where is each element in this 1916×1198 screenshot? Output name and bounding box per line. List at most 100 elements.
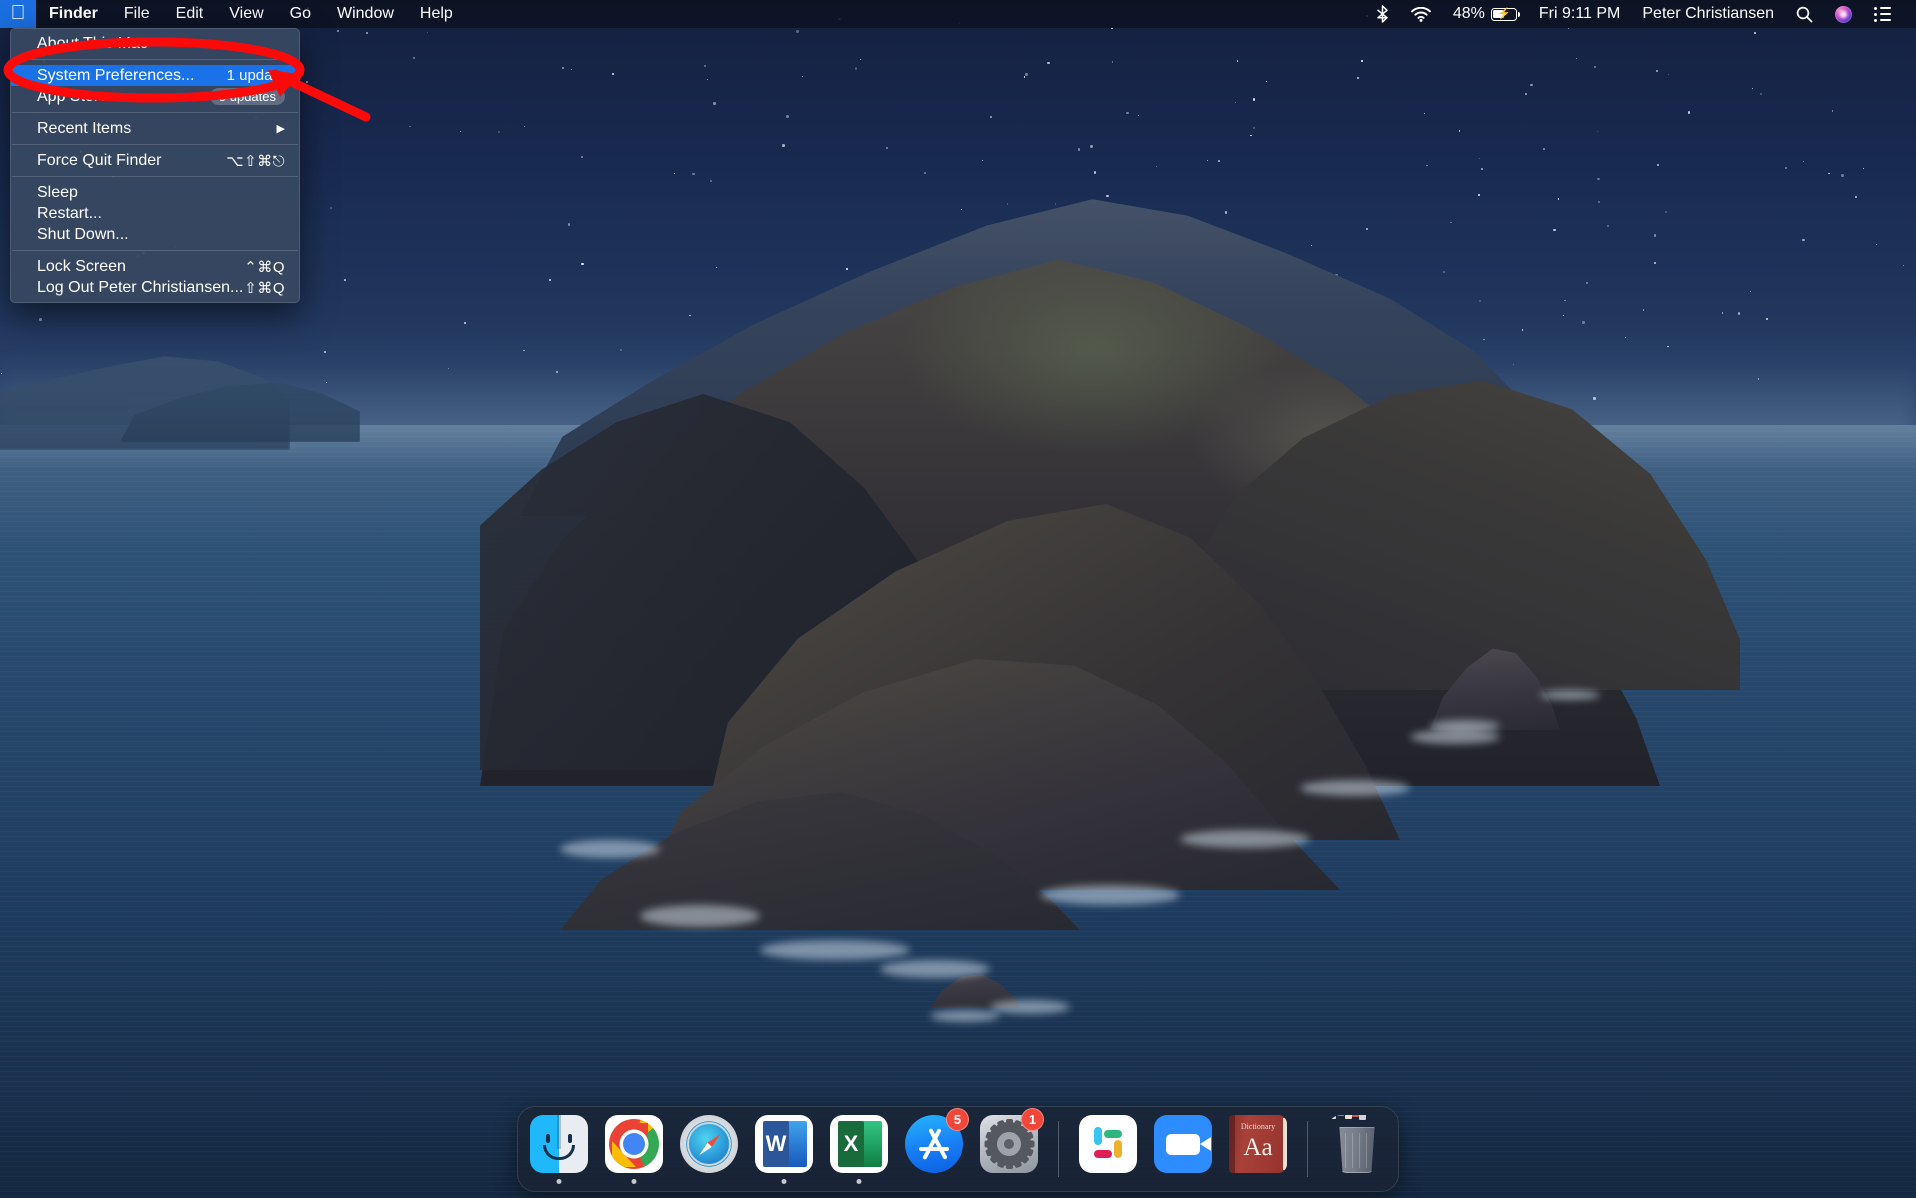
dock-item-zoom[interactable] [1152, 1111, 1214, 1187]
star [1361, 60, 1363, 62]
dock-item-excel[interactable]: X [828, 1111, 890, 1187]
star [549, 278, 552, 281]
dock-item-sysprefs[interactable]: 1 [978, 1108, 1044, 1187]
surf-foam [1040, 885, 1180, 905]
dock-item-appstore[interactable]: 5 [903, 1108, 969, 1187]
star [1524, 93, 1527, 96]
star [581, 262, 584, 266]
menu-item-label: Recent Items [37, 119, 132, 137]
menu-item-label: App Store... [37, 87, 122, 105]
safari-icon [680, 1115, 738, 1173]
star [1760, 93, 1762, 95]
siri-icon [1835, 5, 1852, 23]
menu-help[interactable]: Help [407, 0, 466, 28]
excel-icon: X [830, 1115, 888, 1173]
apple-menu-item-log-out-peter-christiansen[interactable]: Log Out Peter Christiansen... ⇧⌘Q [11, 277, 299, 298]
user-status-item[interactable]: Peter Christiansen [1631, 0, 1785, 28]
star [1093, 171, 1097, 174]
apple-menu-dropdown: About This Mac System Preferences... 1 upd… [10, 28, 300, 303]
dock-item-dictionary[interactable]: Dictionary Aa [1227, 1111, 1289, 1187]
menu-view[interactable]: View [216, 0, 276, 28]
dock-item-slack[interactable] [1077, 1111, 1139, 1187]
star [1828, 172, 1830, 175]
star [562, 66, 564, 69]
star [1582, 321, 1585, 324]
surf-foam [1540, 690, 1600, 700]
star [580, 155, 583, 158]
star [1530, 83, 1533, 86]
bluetooth-icon [1377, 5, 1388, 23]
star [1737, 312, 1741, 315]
dock-item-finder[interactable] [528, 1111, 590, 1187]
star [1025, 73, 1028, 76]
menu-edit[interactable]: Edit [163, 0, 217, 28]
dock-item-chrome[interactable] [603, 1111, 665, 1187]
menu-bar-apps:  Finder File Edit View Go Window Help [0, 0, 466, 28]
battery-status-item[interactable]: 48% ⚡ [1442, 0, 1528, 28]
apple-menu-item-sleep[interactable]: Sleep [11, 182, 299, 203]
surf-foam [880, 960, 990, 978]
wifi-status-item[interactable] [1400, 0, 1442, 28]
star [786, 115, 789, 118]
surf-foam [760, 940, 910, 960]
star [1653, 234, 1656, 237]
apple-menu-item-system-preferences[interactable]: System Preferences... 1 update [11, 65, 299, 86]
menu-finder[interactable]: Finder [36, 0, 111, 28]
menu-bar-status-items: 48% ⚡ Fri 9:11 PM Peter Christiansen [1365, 0, 1916, 28]
clock-status-item[interactable]: Fri 9:11 PM [1528, 0, 1632, 28]
menu-item-label: Log Out Peter Christiansen... [37, 278, 244, 296]
chrome-icon [605, 1115, 663, 1173]
star [1766, 318, 1768, 320]
star [570, 68, 572, 70]
apple-menu-item-about-this-mac[interactable]: About This Mac [11, 33, 299, 54]
dictionary-icon: Dictionary Aa [1229, 1115, 1287, 1173]
star [567, 223, 571, 226]
menu-window[interactable]: Window [324, 0, 407, 28]
siri-button[interactable] [1824, 0, 1863, 28]
spotlight-search-button[interactable] [1785, 0, 1824, 28]
menu-separator [12, 112, 298, 113]
trash-icon [1328, 1115, 1386, 1173]
star [796, 30, 799, 33]
star [1606, 225, 1609, 227]
star [344, 279, 346, 281]
star [989, 115, 992, 118]
apple-menu-item-force-quit-finder[interactable]: Force Quit Finder ⌥⇧⌘⎋ [11, 150, 299, 171]
menu-item-label: Lock Screen [37, 257, 126, 275]
apple-menu-item-shut-down[interactable]: Shut Down... [11, 224, 299, 245]
star [782, 144, 785, 147]
star [713, 102, 716, 105]
menu-go[interactable]: Go [277, 0, 324, 28]
search-icon [1796, 6, 1813, 22]
dock-separator [1307, 1121, 1308, 1177]
star [960, 208, 962, 210]
star [1841, 174, 1844, 177]
slack-icon [1079, 1115, 1137, 1173]
apple-menu-item-recent-items[interactable]: Recent Items ▶ [11, 118, 299, 139]
dock-item-safari[interactable] [678, 1111, 740, 1187]
menu-file[interactable]: File [111, 0, 163, 28]
dock-item-trash[interactable] [1326, 1111, 1388, 1187]
menu-item-shortcut: ⇧⌘Q [244, 279, 285, 297]
zoom-icon [1154, 1115, 1212, 1173]
menu-item-label: Force Quit Finder [37, 151, 162, 169]
star [1802, 238, 1805, 242]
menu-item-shortcut: ⌥⇧⌘⎋ [226, 152, 285, 170]
apple-menu-item-restart[interactable]: Restart... [11, 203, 299, 224]
dock-item-word[interactable]: W [753, 1111, 815, 1187]
star [1077, 148, 1081, 151]
apple-logo-icon:  [11, 3, 26, 23]
star [1047, 61, 1050, 64]
apple-menu-item-lock-screen[interactable]: Lock Screen ⌃⌘Q [11, 256, 299, 277]
star [39, 318, 42, 321]
star [1426, 164, 1428, 167]
apple-menu-item-app-store[interactable]: App Store... 5 updates [11, 86, 299, 107]
control-center-button[interactable] [1863, 0, 1902, 28]
apple-menu-button[interactable]:  [0, 0, 36, 28]
surf-foam [1430, 720, 1500, 732]
bluetooth-status-item[interactable] [1365, 0, 1400, 28]
surf-foam [930, 1010, 1000, 1022]
star [612, 73, 614, 76]
running-indicator [631, 1179, 637, 1184]
running-indicator [856, 1179, 862, 1184]
